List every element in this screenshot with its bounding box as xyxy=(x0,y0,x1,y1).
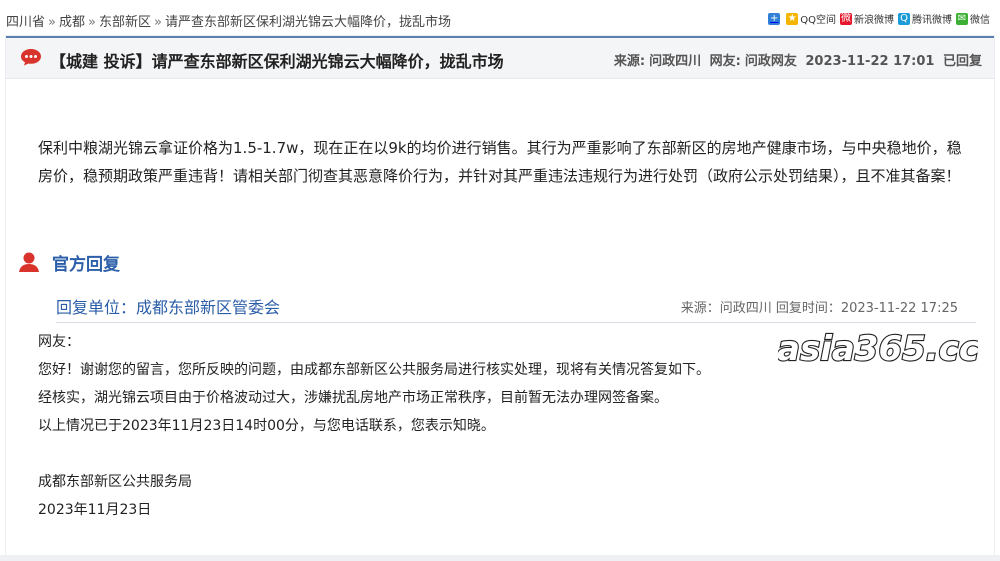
post-datetime: 2023-11-22 17:01 xyxy=(805,54,935,69)
speech-bubble-icon xyxy=(21,49,41,66)
reply-signature: 成都东部新区公共服务局 xyxy=(38,474,192,490)
share-qzone-label: QQ空间 xyxy=(800,15,836,26)
share-wechat-label: 微信 xyxy=(970,15,990,26)
watermark: asia365.cc xyxy=(778,328,978,370)
breadcrumb-separator: » xyxy=(153,15,162,30)
official-reply-header: 官方回复 xyxy=(18,248,120,276)
share-wechat-button[interactable]: ✉ 微信 xyxy=(956,11,990,26)
tencent-weibo-icon: Q xyxy=(898,12,910,25)
source-value: 问政四川 xyxy=(649,54,702,69)
post-title-bar: 【城建 投诉】请严查东部新区保利湖光锦云大幅降价，拢乱市场 来源: 问政四川 网友… xyxy=(6,38,994,79)
user-value: 问政网友 xyxy=(744,54,797,69)
qzone-icon: ★ xyxy=(786,12,799,25)
post-content: 保利中粮湖光锦云拿证价格为1.5-1.7w，现在正在以9k的均价进行销售。其行为… xyxy=(38,139,962,185)
reply-date: 2023年11月23日 xyxy=(38,502,152,518)
source-label: 来源: xyxy=(613,54,646,69)
reply-unit: 回复单位：成都东部新区管委会 xyxy=(56,298,281,317)
watermark-text: asia365.cc xyxy=(778,329,978,369)
post-panel: 【城建 投诉】请严查东部新区保利湖光锦云大幅降价，拢乱市场 来源: 问政四川 网友… xyxy=(6,36,994,558)
share-weibo-button[interactable]: 微 新浪微博 xyxy=(840,11,894,26)
breadcrumb: 四川省» 成都» 东部新区» 请严查东部新区保利湖光锦云大幅降价，拢乱市场 xyxy=(6,11,451,30)
top-bar: 四川省» 成都» 东部新区» 请严查东部新区保利湖光锦云大幅降价，拢乱市场 + ★ Q… xyxy=(0,0,1000,36)
breadcrumb-district[interactable]: 东部新区 xyxy=(99,15,151,30)
share-tencent-weibo-button[interactable]: Q 腾讯微博 xyxy=(898,11,952,26)
breadcrumb-province[interactable]: 四川省 xyxy=(6,15,45,30)
breadcrumb-separator: » xyxy=(48,15,56,30)
bottom-shade xyxy=(0,555,1000,561)
user-label: 网友: xyxy=(709,54,741,69)
wechat-icon: ✉ xyxy=(956,12,968,25)
weibo-icon: 微 xyxy=(840,12,852,25)
plus-icon: + xyxy=(768,12,781,25)
post-title: 【城建 投诉】请严查东部新区保利湖光锦云大幅降价，拢乱市场 xyxy=(50,52,504,71)
share-tencent-weibo-label: 腾讯微博 xyxy=(912,15,952,26)
official-reply-heading: 官方回复 xyxy=(52,254,120,275)
breadcrumb-city[interactable]: 成都 xyxy=(59,15,85,30)
breadcrumb-current: 请严查东部新区保利湖光锦云大幅降价，拢乱市场 xyxy=(164,15,451,30)
status-badge: 已回复 xyxy=(942,54,982,69)
person-icon xyxy=(19,252,39,272)
share-qzone-button[interactable]: ★ QQ空间 xyxy=(786,11,836,26)
reply-line: 经核实，湖光锦云项目由于价格波动过大，涉嫌扰乱房地产市场正常秩序，目前暂无法办理… xyxy=(38,390,668,406)
reply-line: 以上情况已于2023年11月23日14时00分，与您电话联系，您表示知晓。 xyxy=(38,418,495,434)
breadcrumb-separator: » xyxy=(88,15,96,30)
reply-source-info: 来源：问政四川 回复时间：2023-11-22 17:25 xyxy=(680,301,958,316)
post-meta: 来源: 问政四川 网友: 问政网友 2023-11-22 17:01 已回复 xyxy=(610,50,982,69)
share-more-button[interactable]: + xyxy=(768,12,782,25)
share-bar: + ★ QQ空间 微 新浪微博 Q 腾讯微博 ✉ 微信 xyxy=(764,11,990,26)
share-weibo-label: 新浪微博 xyxy=(854,15,894,26)
